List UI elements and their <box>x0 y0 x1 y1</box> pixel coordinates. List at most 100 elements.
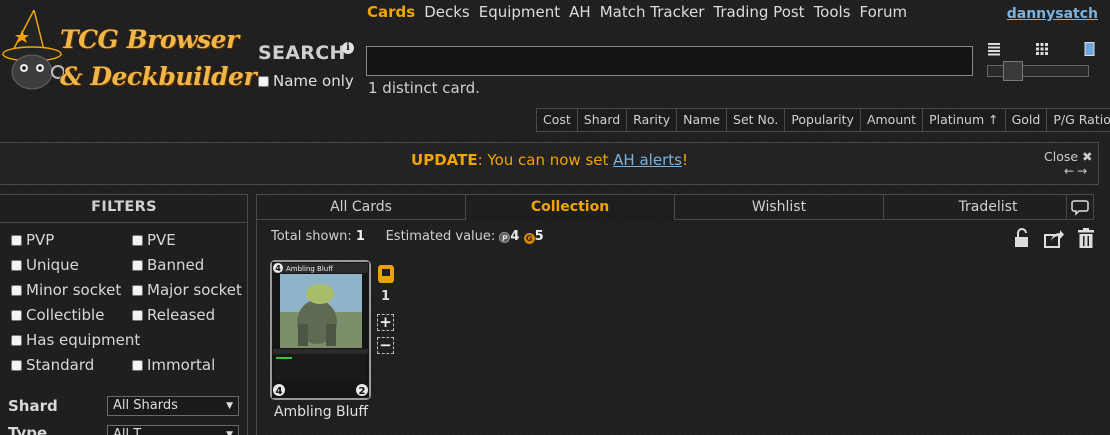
checkbox-icon[interactable] <box>132 259 143 271</box>
grid-view-icon[interactable] <box>1035 42 1049 56</box>
filter-released[interactable]: Released <box>132 306 215 324</box>
content-border <box>256 219 257 435</box>
tab-wishlist[interactable]: Wishlist <box>674 194 883 220</box>
close-label: Close <box>1044 149 1079 164</box>
filter-minor-socket[interactable]: Minor socket <box>11 281 121 299</box>
sort-set-no[interactable]: Set No. <box>727 109 786 131</box>
total-shown-value: 1 <box>355 229 365 244</box>
checkbox-icon[interactable] <box>132 359 143 371</box>
filter-standard[interactable]: Standard <box>11 356 94 374</box>
add-copy-button[interactable]: + <box>377 314 394 331</box>
tag-icon[interactable] <box>377 264 395 284</box>
checkbox-icon[interactable] <box>11 334 22 346</box>
trash-icon[interactable] <box>1075 227 1097 249</box>
sort-platinum[interactable]: Platinum ↑ <box>923 109 1006 131</box>
card-art: 4 Ambling Bluff 4 2 <box>272 262 369 398</box>
sort-cost[interactable]: Cost <box>537 109 578 131</box>
sort-gold[interactable]: Gold <box>1006 109 1048 131</box>
nav-cards[interactable]: Cards <box>367 3 415 23</box>
update-pager: ←→ <box>1064 164 1090 178</box>
logo-title-line1: TCG Browser <box>60 25 239 54</box>
info-icon[interactable]: i <box>342 42 354 54</box>
filter-label: Major socket <box>147 281 242 299</box>
sort-shard[interactable]: Shard <box>578 109 628 131</box>
card-view-icon[interactable] <box>1082 42 1096 56</box>
filter-label: PVP <box>26 231 55 249</box>
nav-equipment[interactable]: Equipment <box>479 3 560 23</box>
nav-decks[interactable]: Decks <box>424 3 470 23</box>
checkbox-icon[interactable] <box>132 309 143 321</box>
lock-icon[interactable] <box>1011 227 1033 249</box>
nav-trading-post[interactable]: Trading Post <box>713 3 804 23</box>
site-logo[interactable]: TCG Browser & Deckbuilder <box>2 10 257 100</box>
filter-pvp[interactable]: PVP <box>11 231 54 249</box>
nav-forum[interactable]: Forum <box>860 3 908 23</box>
nav-ah[interactable]: AH <box>569 3 591 23</box>
card-name[interactable]: Ambling Bluff <box>266 404 376 420</box>
sort-amount[interactable]: Amount <box>861 109 924 131</box>
search-label: SEARCH <box>258 42 346 64</box>
filter-immortal[interactable]: Immortal <box>132 356 215 374</box>
update-body: : You can now set <box>477 151 614 169</box>
filter-collectible[interactable]: Collectible <box>11 306 104 324</box>
type-select[interactable]: All T ▼ <box>107 425 239 435</box>
search-input[interactable] <box>366 46 973 76</box>
checkbox-icon[interactable] <box>258 75 269 87</box>
shard-select[interactable]: All Shards ▼ <box>107 396 239 416</box>
shard-label: Shard <box>8 397 58 415</box>
total-shown-label: Total shown: <box>271 229 352 244</box>
share-icon[interactable] <box>1043 227 1065 249</box>
update-message: UPDATE: You can now set AH alerts! <box>0 151 1099 169</box>
filter-has-equipment[interactable]: Has equipment <box>11 331 140 349</box>
tab-collection[interactable]: Collection <box>465 194 674 220</box>
sort-header: Cost Shard Rarity Name Set No. Popularit… <box>536 108 1110 132</box>
checkbox-icon[interactable] <box>132 284 143 296</box>
filter-banned[interactable]: Banned <box>132 256 204 274</box>
sort-pg-ratio[interactable]: P/G Ratio <box>1047 109 1110 131</box>
chat-icon[interactable] <box>1067 195 1093 219</box>
ah-alerts-link[interactable]: AH alerts <box>613 151 682 169</box>
sort-name[interactable]: Name <box>677 109 728 131</box>
filter-label: Released <box>147 306 216 324</box>
remove-copy-button[interactable]: − <box>377 337 394 354</box>
close-update-button[interactable]: Close ✖ <box>1044 149 1093 164</box>
filter-label: Immortal <box>147 356 216 374</box>
arrow-left-icon[interactable]: ← <box>1064 164 1077 178</box>
filter-major-socket[interactable]: Major socket <box>132 281 242 299</box>
filter-pve[interactable]: PVE <box>132 231 176 249</box>
sort-rarity[interactable]: Rarity <box>627 109 678 131</box>
card-attack: 4 <box>276 386 283 397</box>
checkbox-icon[interactable] <box>11 284 22 296</box>
checkbox-icon[interactable] <box>11 359 22 371</box>
card-defense: 2 <box>359 386 366 397</box>
tab-tradelist[interactable]: Tradelist <box>883 194 1093 220</box>
estimated-value-label: Estimated value: <box>385 229 496 244</box>
sort-popularity[interactable]: Popularity <box>785 109 861 131</box>
card-count: 1 <box>381 289 391 304</box>
platinum-value: 4 <box>510 229 520 244</box>
list-view-icon[interactable] <box>987 42 1001 56</box>
name-only-checkbox[interactable]: Name only <box>258 72 354 90</box>
checkbox-icon[interactable] <box>11 259 22 271</box>
nav-tools[interactable]: Tools <box>814 3 851 23</box>
filter-label: Has equipment <box>26 331 141 349</box>
chat-button[interactable] <box>1066 194 1094 220</box>
checkbox-icon[interactable] <box>11 234 22 246</box>
card-ambling-bluff[interactable]: 4 Ambling Bluff 4 2 <box>270 260 371 400</box>
zoom-slider-thumb[interactable] <box>1003 61 1023 81</box>
logo-title-line2: & Deckbuilder <box>60 62 257 91</box>
checkbox-icon[interactable] <box>11 309 22 321</box>
username-link[interactable]: dannysatch <box>1007 6 1098 22</box>
nav-match-tracker[interactable]: Match Tracker <box>600 3 705 23</box>
chevron-down-icon: ▼ <box>226 430 233 435</box>
chevron-down-icon: ▼ <box>226 401 233 411</box>
arrow-right-icon[interactable]: → <box>1077 164 1090 178</box>
shard-select-value: All Shards <box>113 398 178 413</box>
filters-title: FILTERS <box>91 199 157 215</box>
checkbox-icon[interactable] <box>132 234 143 246</box>
name-only-label: Name only <box>273 72 354 90</box>
tab-all-cards[interactable]: All Cards <box>256 194 465 220</box>
filter-unique[interactable]: Unique <box>11 256 79 274</box>
collection-totals: Total shown: 1 Estimated value: P4 G5 <box>271 229 544 244</box>
close-icon[interactable]: ✖ <box>1082 149 1092 164</box>
